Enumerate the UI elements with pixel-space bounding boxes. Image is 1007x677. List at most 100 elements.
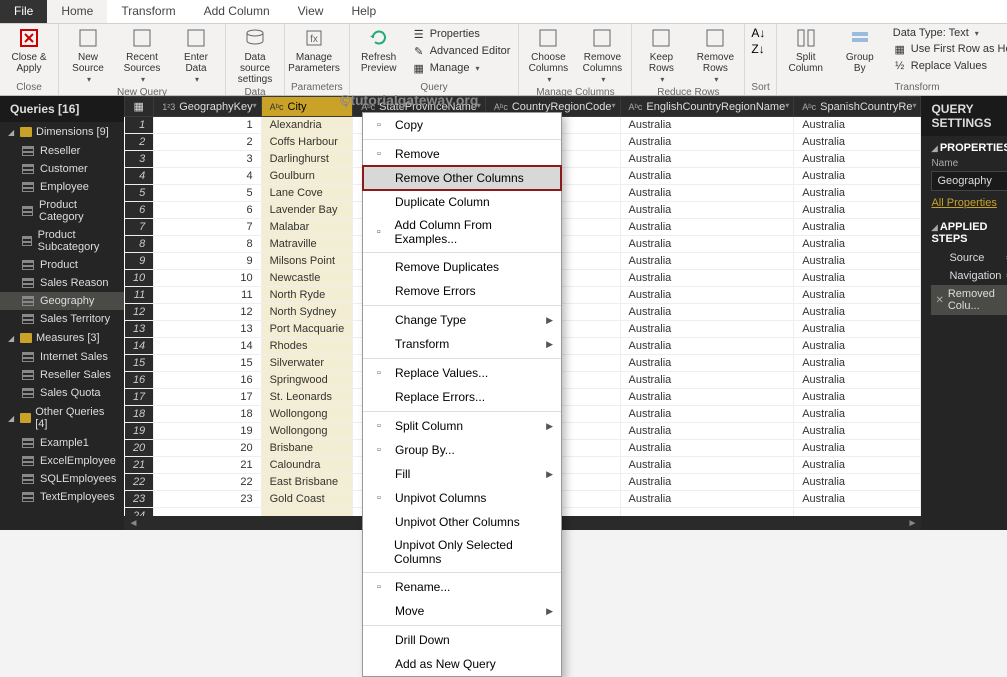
manage-button[interactable]: ▦Manage▾: [410, 60, 513, 76]
first-row-headers-button[interactable]: ▦Use First Row as Headers▾: [891, 41, 1007, 57]
applied-step[interactable]: ✕Removed Colu...: [931, 285, 1007, 315]
query-item[interactable]: SQLEmployees: [0, 470, 124, 488]
row-number[interactable]: 24: [125, 508, 154, 517]
query-item[interactable]: Sales Quota: [0, 384, 124, 402]
context-menu-item[interactable]: ▫Replace Values...: [363, 361, 561, 385]
context-menu-item[interactable]: Add as New Query: [363, 652, 561, 676]
row-number[interactable]: 23: [125, 491, 154, 508]
tab-home[interactable]: Home: [47, 0, 107, 23]
query-folder[interactable]: ◢Other Queries [4]: [0, 402, 124, 434]
row-number[interactable]: 5: [125, 185, 154, 202]
sort-desc-button[interactable]: Z↓: [751, 42, 765, 56]
tab-help[interactable]: Help: [337, 0, 390, 23]
refresh-preview-button[interactable]: Refresh Preview: [356, 26, 402, 74]
row-number[interactable]: 4: [125, 168, 154, 185]
query-item[interactable]: Product: [0, 256, 124, 274]
context-menu-item[interactable]: Remove Other Columns: [363, 166, 561, 190]
context-menu-item[interactable]: Remove Duplicates: [363, 255, 561, 279]
data-source-settings-button[interactable]: Data source settings: [232, 26, 278, 85]
filter-dropdown-icon[interactable]: ▾: [477, 101, 481, 110]
context-menu-item[interactable]: Move▶: [363, 599, 561, 623]
row-number[interactable]: 8: [125, 236, 154, 253]
row-number[interactable]: 6: [125, 202, 154, 219]
query-item[interactable]: Internet Sales: [0, 348, 124, 366]
row-number[interactable]: 3: [125, 151, 154, 168]
context-menu-item[interactable]: ▫Rename...: [363, 575, 561, 599]
query-item[interactable]: Reseller: [0, 142, 124, 160]
applied-step[interactable]: Navigation⚙: [931, 267, 1007, 285]
context-menu-item[interactable]: Duplicate Column: [363, 190, 561, 214]
row-number[interactable]: 21: [125, 457, 154, 474]
tab-transform[interactable]: Transform: [107, 0, 189, 23]
row-number[interactable]: 20: [125, 440, 154, 457]
applied-step[interactable]: Source⚙: [931, 249, 1007, 267]
query-item[interactable]: Sales Territory: [0, 310, 124, 328]
corner-cell[interactable]: ▦: [125, 97, 154, 117]
managecols-btn-1[interactable]: Remove Columns▾: [579, 26, 625, 85]
context-menu-item[interactable]: ▫Unpivot Columns: [363, 486, 561, 510]
row-number[interactable]: 19: [125, 423, 154, 440]
row-number[interactable]: 11: [125, 287, 154, 304]
query-name-input[interactable]: [931, 171, 1007, 191]
context-menu-item[interactable]: ▫Copy: [363, 113, 561, 137]
filter-dropdown-icon[interactable]: ▾: [785, 101, 789, 110]
query-item[interactable]: Customer: [0, 160, 124, 178]
file-tab[interactable]: File: [0, 0, 47, 23]
row-number[interactable]: 10: [125, 270, 154, 287]
row-number[interactable]: 18: [125, 406, 154, 423]
replace-values-button[interactable]: ½Replace Values: [891, 58, 1007, 74]
context-menu-item[interactable]: Unpivot Other Columns: [363, 510, 561, 534]
column-header[interactable]: AᵇcSpanishCountryRe▾: [794, 97, 921, 117]
row-number[interactable]: 13: [125, 321, 154, 338]
query-item[interactable]: Example1: [0, 434, 124, 452]
row-number[interactable]: 14: [125, 338, 154, 355]
context-menu-item[interactable]: Unpivot Only Selected Columns: [363, 534, 561, 570]
row-number[interactable]: 16: [125, 372, 154, 389]
advanced-editor-button[interactable]: ✎Advanced Editor: [410, 43, 513, 59]
column-header[interactable]: AᵇcEnglishCountryRegionName▾: [620, 97, 794, 117]
filter-dropdown-icon[interactable]: ▾: [253, 101, 257, 110]
row-number[interactable]: 12: [125, 304, 154, 321]
query-folder[interactable]: ◢Measures [3]: [0, 328, 124, 348]
row-number[interactable]: 15: [125, 355, 154, 372]
row-number[interactable]: 22: [125, 474, 154, 491]
scroll-right-icon[interactable]: ►: [908, 518, 918, 529]
newquery-btn-2[interactable]: Enter Data▾: [173, 26, 219, 85]
context-menu-item[interactable]: Remove Errors: [363, 279, 561, 303]
row-number[interactable]: 1: [125, 117, 154, 134]
query-item[interactable]: Employee: [0, 178, 124, 196]
query-item[interactable]: Geography: [0, 292, 124, 310]
row-number[interactable]: 7: [125, 219, 154, 236]
newquery-btn-1[interactable]: Recent Sources▾: [119, 26, 165, 85]
context-menu-item[interactable]: Replace Errors...: [363, 385, 561, 409]
filter-dropdown-icon[interactable]: ▾: [611, 101, 615, 110]
close-apply-button[interactable]: Close & Apply: [6, 26, 52, 74]
context-menu-item[interactable]: Fill▶: [363, 462, 561, 486]
scroll-left-icon[interactable]: ◄: [128, 518, 138, 529]
reducerows-btn-0[interactable]: Keep Rows▾: [638, 26, 684, 85]
row-number[interactable]: 9: [125, 253, 154, 270]
tab-add-column[interactable]: Add Column: [190, 0, 284, 23]
sort-asc-button[interactable]: A↓: [751, 26, 765, 40]
tab-view[interactable]: View: [284, 0, 338, 23]
context-menu-item[interactable]: ▫Split Column▶: [363, 414, 561, 438]
group-by-button[interactable]: Group By: [837, 26, 883, 74]
split-column-button[interactable]: Split Column: [783, 26, 829, 74]
query-item[interactable]: ExcelEmployee: [0, 452, 124, 470]
query-item[interactable]: Product Category: [0, 196, 124, 226]
context-menu-item[interactable]: ▫Group By...: [363, 438, 561, 462]
data-type-button[interactable]: Data Type: Text▾: [891, 26, 1007, 40]
filter-dropdown-icon[interactable]: ▾: [912, 101, 916, 110]
column-header[interactable]: 1²3GeographyKey▾: [154, 97, 261, 117]
manage-parameters-button[interactable]: fx Manage Parameters: [291, 26, 337, 74]
query-item[interactable]: Sales Reason: [0, 274, 124, 292]
query-item[interactable]: TextEmployees: [0, 488, 124, 506]
managecols-btn-0[interactable]: Choose Columns▾: [525, 26, 571, 85]
query-item[interactable]: Product Subcategory: [0, 226, 124, 256]
column-header[interactable]: AᵇcCity▾: [261, 97, 353, 117]
query-item[interactable]: Reseller Sales: [0, 366, 124, 384]
delete-step-icon[interactable]: ✕: [935, 295, 943, 306]
row-number[interactable]: 2: [125, 134, 154, 151]
context-menu-item[interactable]: Drill Down: [363, 628, 561, 652]
context-menu-item[interactable]: ▫Add Column From Examples...: [363, 214, 561, 250]
